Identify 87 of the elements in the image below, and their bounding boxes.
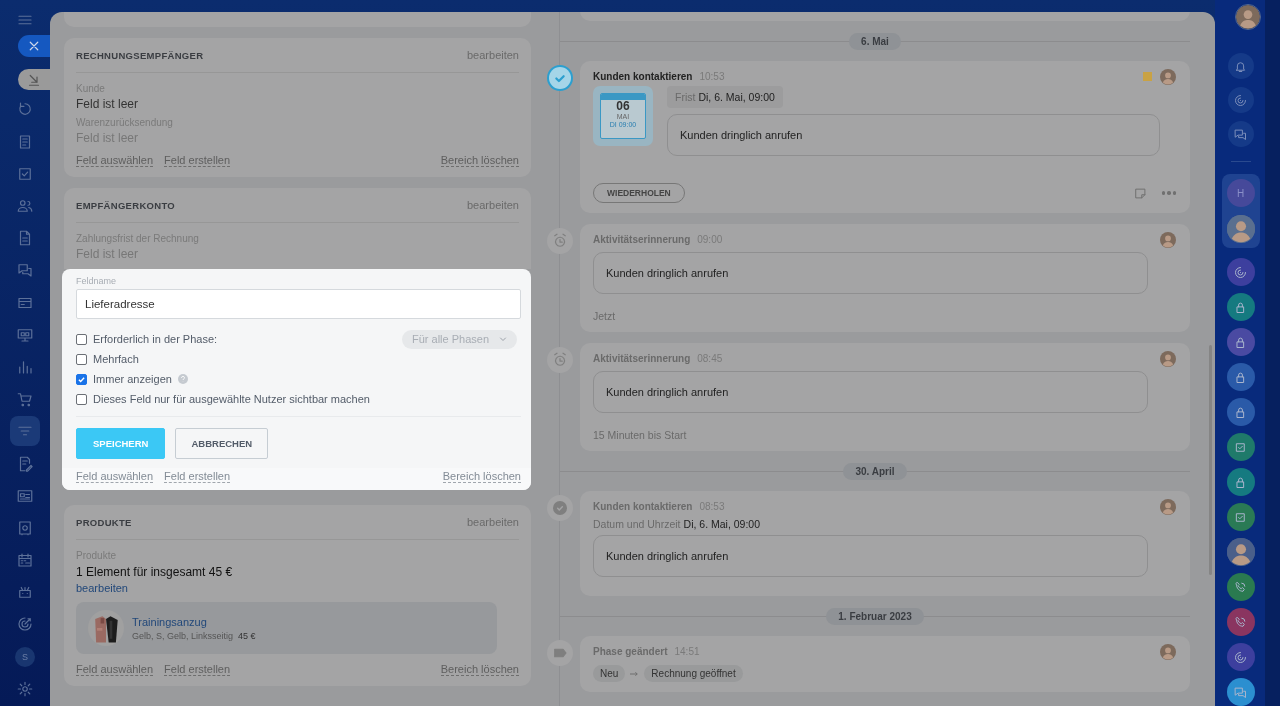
- sidebar-button[interactable]: [1227, 121, 1254, 148]
- edit-link[interactable]: bearbeiten: [467, 516, 519, 528]
- settings-icon: [16, 679, 34, 698]
- arrow-icon: [630, 670, 640, 677]
- link[interactable]: Feld auswählen: [76, 470, 154, 483]
- cart-icon: [16, 390, 34, 409]
- checkbox-label: Erforderlich in der Phase:: [93, 333, 218, 345]
- sidebar-button[interactable]: [1227, 53, 1254, 80]
- field-value: 1 Element für insgesamt 45 €: [76, 565, 234, 579]
- checkbox[interactable]: [76, 393, 87, 405]
- section-title: EMPFÄNGERKONTO: [76, 199, 176, 211]
- link[interactable]: Feld auswählen: [76, 154, 154, 167]
- collapse-button[interactable]: [18, 68, 50, 91]
- checkbox-label: Mehrfach: [93, 353, 139, 365]
- activity-text: Kunden dringlich anrufen: [667, 114, 1160, 156]
- contact-avatar[interactable]: [1226, 538, 1255, 566]
- save-button[interactable]: SPEICHERN: [76, 428, 166, 459]
- product-price: 45 €: [238, 630, 256, 641]
- edit-link[interactable]: bearbeiten: [467, 199, 519, 211]
- detail-value: Di, 6. Mai, 09:00: [683, 518, 760, 530]
- link[interactable]: Bereich löschen: [440, 154, 519, 167]
- activity-title: Aktivitätserinnerung: [593, 234, 691, 245]
- deadline-value: Di, 6. Mai, 09:00: [698, 91, 775, 103]
- link[interactable]: Bereich löschen: [442, 470, 521, 483]
- avatar: [1160, 643, 1176, 660]
- phase-label: Neu: [593, 665, 626, 682]
- checkbox-label: Dieses Feld nur für ausgewählte Nutzer sichtbar machen: [93, 393, 370, 405]
- field-label: Feldname: [76, 276, 118, 286]
- checkbox[interactable]: [76, 353, 87, 365]
- sidebar-item[interactable]: [10, 416, 40, 447]
- chat-icon: [1233, 126, 1248, 142]
- link[interactable]: Feld erstellen: [164, 470, 231, 483]
- section-title: PRODUKTE: [76, 516, 132, 528]
- link[interactable]: Bereich löschen: [440, 663, 519, 676]
- avatar: [1234, 3, 1261, 30]
- safe-icon: [16, 518, 34, 537]
- activity-title: Kunden kontaktieren: [593, 501, 693, 512]
- checkbox[interactable]: [76, 333, 87, 345]
- checkbox[interactable]: [76, 373, 87, 385]
- calendar-icon: [16, 551, 34, 570]
- spiral-icon: [1233, 92, 1248, 108]
- section-title: RECHNUNGSEMPFÄNGER: [76, 49, 204, 61]
- spiral-icon: [1233, 649, 1248, 665]
- dropdown[interactable]: Für alle Phasen: [401, 329, 517, 349]
- product-name[interactable]: Trainingsanzug: [132, 615, 256, 628]
- avatar: [1160, 350, 1176, 367]
- activity-text: Kunden dringlich anrufen: [593, 371, 1148, 413]
- link[interactable]: Feld erstellen: [164, 663, 231, 676]
- activity-title: Phase geändert: [593, 646, 668, 657]
- calendar-day: 06: [616, 100, 630, 113]
- avatar: [1226, 538, 1255, 566]
- input-field[interactable]: Lieferadresse: [76, 289, 521, 319]
- chat-icon: [1233, 684, 1248, 700]
- avatar: [1160, 68, 1176, 85]
- cancel-button[interactable]: ABBRECHEN: [175, 428, 269, 459]
- detail-label: Datum und Uhrzeit: [593, 518, 681, 530]
- checkbox-label: Immer anzeigen: [93, 373, 172, 385]
- user-avatar[interactable]: S: [15, 646, 35, 667]
- contact-avatar[interactable]: [1226, 215, 1255, 243]
- phase-label: Rechnung geöffnet: [644, 665, 743, 682]
- close-button[interactable]: [18, 35, 50, 57]
- edit-link[interactable]: bearbeiten: [467, 49, 519, 61]
- activity-text: Kunden dringlich anrufen: [593, 535, 1148, 577]
- date-label: 30. April: [843, 462, 907, 480]
- activity-note: Jetzt: [593, 310, 617, 322]
- contact-avatar[interactable]: H: [1226, 179, 1255, 207]
- spiral-icon: [1233, 264, 1248, 280]
- link[interactable]: Feld auswählen: [76, 663, 154, 676]
- sidebar-button[interactable]: [1227, 87, 1254, 114]
- target-icon: [16, 615, 34, 634]
- note-icon[interactable]: [1132, 185, 1148, 201]
- activity-text: Kunden dringlich anrufen: [593, 252, 1148, 294]
- phone-icon: [1233, 579, 1248, 595]
- date-label: 1. Februar 2023: [826, 607, 924, 625]
- edit-link[interactable]: bearbeiten: [76, 582, 519, 594]
- more-icon[interactable]: [1161, 191, 1176, 195]
- activity-title: Aktivitätserinnerung: [593, 353, 691, 364]
- field-value: Feld ist leer: [76, 97, 140, 111]
- date-label: 6. Mai: [849, 32, 901, 50]
- marker-icon: [1143, 72, 1152, 81]
- activity-title: Kunden kontaktieren: [593, 71, 693, 82]
- avatar: [1226, 215, 1255, 243]
- link[interactable]: Feld erstellen: [164, 154, 231, 167]
- avatar: [1160, 231, 1176, 248]
- avatar: [1160, 498, 1176, 515]
- people-icon: [16, 197, 34, 215]
- phone-icon: [1233, 614, 1248, 630]
